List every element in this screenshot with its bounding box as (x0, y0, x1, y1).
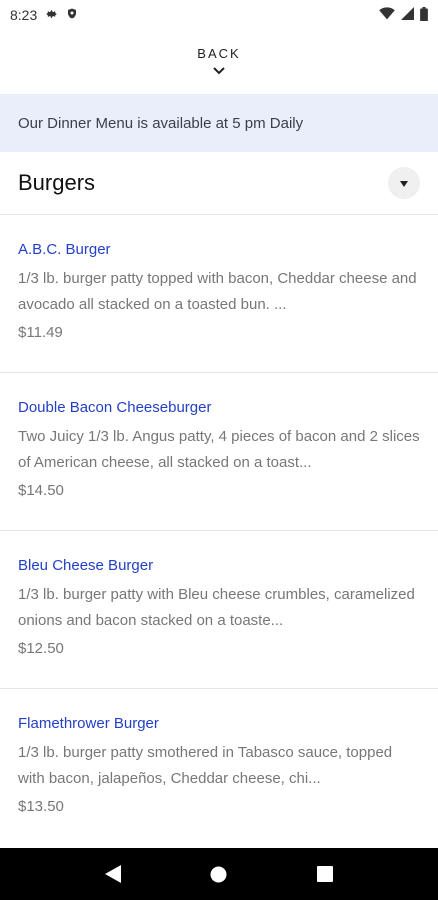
gear-icon (45, 7, 58, 23)
menu-item-description: 1/3 lb. burger patty topped with bacon, … (18, 270, 417, 313)
menu-item-list: A.B.C. Burger 1/3 lb. burger patty toppe… (0, 215, 438, 847)
system-nav-bar (0, 848, 438, 900)
nav-home-button[interactable] (210, 866, 227, 883)
back-label: BACK (197, 46, 241, 61)
back-button[interactable]: BACK (197, 46, 240, 78)
battery-icon (420, 6, 428, 24)
nav-back-button[interactable] (104, 865, 121, 883)
shield-icon (66, 7, 78, 23)
wifi-icon (379, 7, 395, 23)
menu-item-price: $14.50 (18, 482, 64, 499)
menu-item[interactable]: Double Bacon Cheeseburger Two Juicy 1/3 … (0, 373, 438, 531)
menu-item-price: $12.50 (18, 640, 64, 657)
status-left: 8:23 (10, 7, 78, 23)
menu-item-name[interactable]: Bleu Cheese Burger (18, 557, 420, 574)
dinner-menu-banner: Our Dinner Menu is available at 5 pm Dai… (0, 94, 438, 152)
banner-text: Our Dinner Menu is available at 5 pm Dai… (18, 114, 304, 132)
menu-item-name[interactable]: Double Bacon Cheeseburger (18, 399, 420, 416)
status-bar: 8:23 (0, 0, 438, 30)
section-header[interactable]: Burgers (0, 152, 438, 215)
menu-item[interactable]: Flamethrower Burger 1/3 lb. burger patty… (0, 689, 438, 847)
section-title: Burgers (18, 170, 96, 195)
back-bar: BACK (0, 30, 438, 94)
caret-down-icon (400, 174, 408, 192)
menu-item[interactable]: A.B.C. Burger 1/3 lb. burger patty toppe… (0, 215, 438, 373)
menu-item-price: $13.50 (18, 798, 64, 815)
status-time: 8:23 (10, 7, 38, 23)
signal-icon (401, 7, 414, 23)
chevron-down-icon (213, 63, 225, 78)
menu-item[interactable]: Bleu Cheese Burger 1/3 lb. burger patty … (0, 531, 438, 689)
menu-item-name[interactable]: A.B.C. Burger (18, 241, 420, 258)
status-right (379, 6, 428, 24)
menu-item-name[interactable]: Flamethrower Burger (18, 715, 420, 732)
menu-item-description: Two Juicy 1/3 lb. Angus patty, 4 pieces … (18, 428, 420, 471)
menu-item-price: $11.49 (18, 324, 63, 341)
collapse-toggle-button[interactable] (388, 167, 420, 199)
menu-item-description: 1/3 lb. burger patty with Bleu cheese cr… (18, 586, 415, 629)
nav-recents-button[interactable] (317, 866, 334, 882)
menu-item-description: 1/3 lb. burger patty smothered in Tabasc… (18, 744, 393, 787)
